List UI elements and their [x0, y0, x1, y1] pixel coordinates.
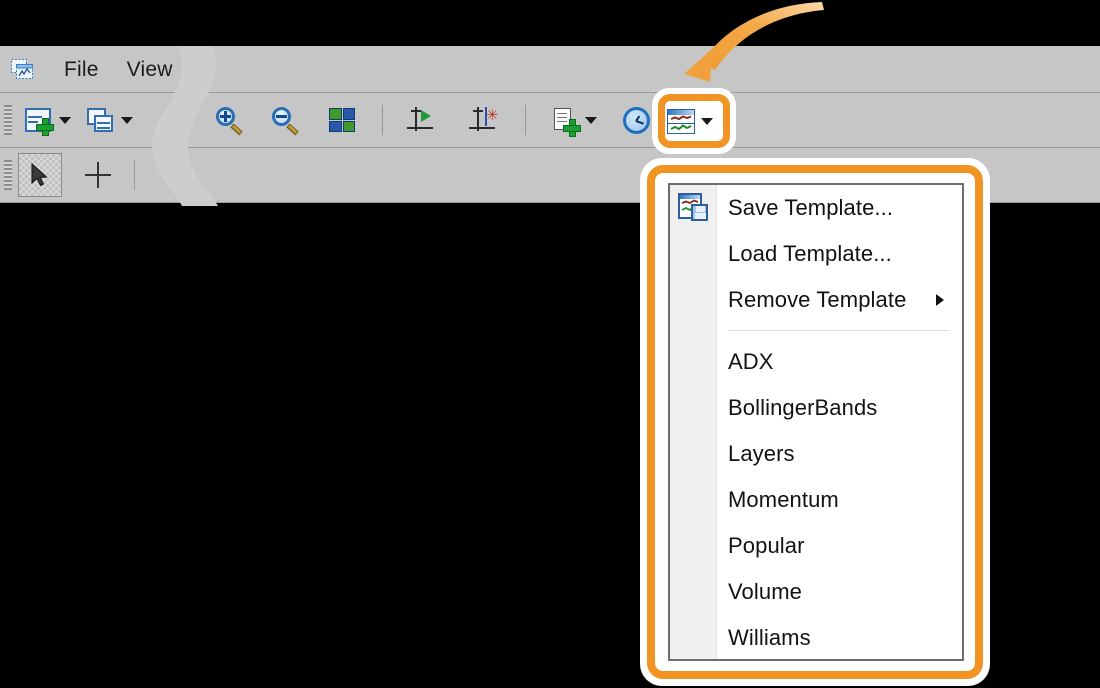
arrange-charts-dropdown-arrow[interactable] — [121, 116, 133, 124]
menu-panel: Save Template... Load Template... Remove… — [668, 183, 964, 661]
menu-item-label: Volume — [728, 579, 802, 604]
menu-view[interactable]: View — [113, 58, 187, 82]
axis-marker-button[interactable]: ✳ — [463, 100, 503, 140]
menu-item-list: Save Template... Load Template... Remove… — [670, 185, 962, 659]
menu-item-layers[interactable]: Layers — [670, 431, 962, 477]
tools-toolbar-separator — [134, 160, 135, 190]
add-chart-dropdown-arrow[interactable] — [59, 116, 71, 124]
template-button-highlight — [652, 88, 736, 154]
menu-item-label: Williams — [728, 625, 811, 650]
menu-item-bollingerbands[interactable]: BollingerBands — [670, 385, 962, 431]
menu-item-label: Remove Template — [728, 287, 907, 312]
chevron-right-icon — [936, 294, 944, 306]
zoom-out-icon — [272, 107, 300, 136]
menu-item-williams[interactable]: Williams — [670, 615, 962, 661]
add-chart-icon — [25, 108, 54, 136]
zoom-in-icon — [216, 107, 244, 136]
menu-item-popular[interactable]: Popular — [670, 523, 962, 569]
arrange-charts-icon — [87, 108, 113, 132]
crosshair-icon — [85, 162, 111, 188]
menu-item-label: Popular — [728, 533, 805, 558]
menu-item-label: Momentum — [728, 487, 839, 512]
select-tool-button[interactable] — [18, 153, 62, 197]
menu-item-load-template[interactable]: Load Template... — [670, 231, 962, 277]
zoom-in-button[interactable] — [210, 100, 250, 140]
add-document-button[interactable] — [544, 100, 584, 140]
menu-separator — [728, 330, 950, 331]
crosshair-tool-button[interactable] — [76, 153, 120, 197]
menu-item-save-template[interactable]: Save Template... — [670, 185, 962, 231]
menu-item-label: Load Template... — [728, 241, 892, 266]
menu-item-label: Save Template... — [728, 195, 894, 220]
add-document-dropdown-arrow[interactable] — [585, 116, 597, 124]
chart-template-icon — [666, 108, 695, 134]
add-chart-button[interactable] — [18, 100, 58, 140]
axis-marker-icon: ✳ — [469, 107, 499, 133]
menu-item-remove-template[interactable]: Remove Template — [670, 277, 962, 323]
tile-windows-icon — [329, 108, 355, 132]
document-plus-icon — [551, 107, 581, 137]
arrange-charts-button[interactable] — [80, 100, 120, 140]
template-dropdown-arrow[interactable] — [700, 117, 713, 125]
template-button[interactable] — [666, 101, 695, 141]
menu-item-label: ADX — [728, 349, 774, 374]
menu-item-label: Layers — [728, 441, 795, 466]
menu-item-adx[interactable]: ADX — [670, 339, 962, 385]
menu-bar: File View — [0, 46, 1100, 93]
axis-forward-button[interactable] — [401, 100, 441, 140]
chart-window-icon — [10, 56, 38, 84]
menu-item-momentum[interactable]: Momentum — [670, 477, 962, 523]
clock-icon — [622, 106, 650, 134]
tools-toolbar-gripper[interactable] — [4, 160, 12, 190]
toolbar-separator — [382, 105, 383, 135]
main-toolbar: ✳ — [0, 93, 1100, 148]
save-template-icon — [678, 193, 708, 221]
toolbar-gripper[interactable] — [4, 105, 12, 135]
axis-play-icon — [407, 107, 435, 133]
tile-windows-button[interactable] — [322, 100, 362, 140]
template-dropdown-menu: Save Template... Load Template... Remove… — [640, 158, 990, 686]
zoom-out-button[interactable] — [266, 100, 306, 140]
menu-item-label: BollingerBands — [728, 395, 878, 420]
menu-item-volume[interactable]: Volume — [670, 569, 962, 615]
menu-file[interactable]: File — [50, 58, 113, 82]
arrow-cursor-icon — [30, 162, 50, 187]
toolbar-separator-2 — [525, 105, 526, 135]
